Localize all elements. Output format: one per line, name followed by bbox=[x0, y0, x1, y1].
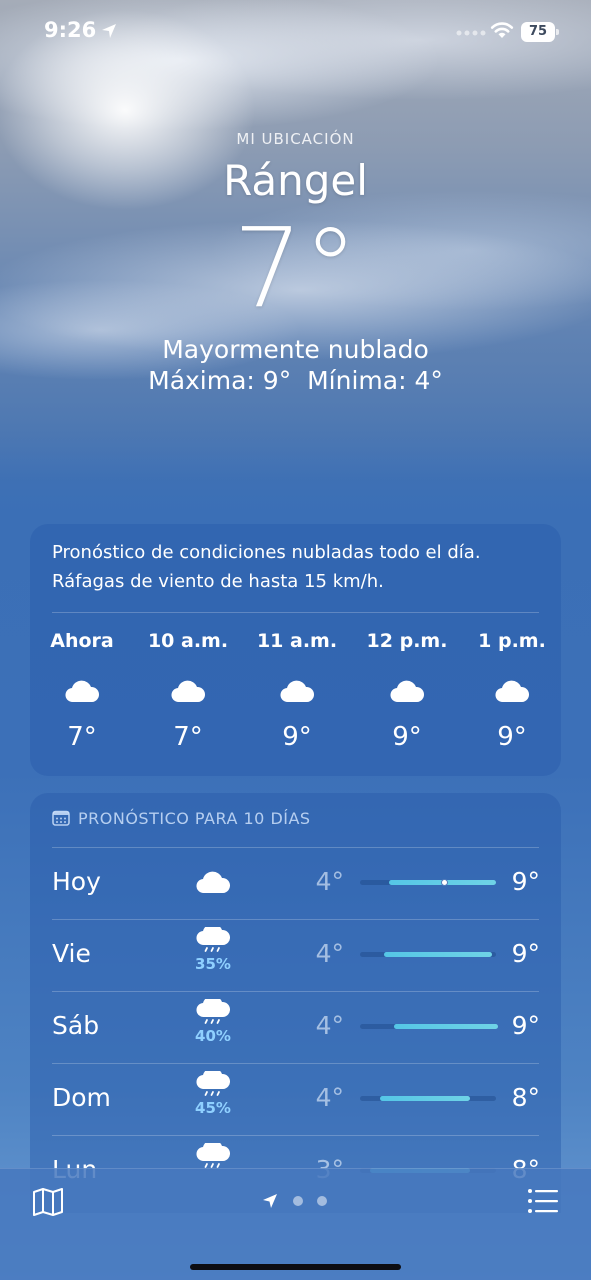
cloud-icon bbox=[495, 680, 530, 703]
home-indicator bbox=[190, 1264, 401, 1270]
cloud-rain-icon bbox=[196, 927, 230, 952]
hour-item: 10 a.m. 7° bbox=[143, 630, 233, 752]
hour-temp: 9° bbox=[497, 722, 527, 752]
cloud-icon bbox=[171, 680, 206, 703]
cloud-rain-icon bbox=[196, 1143, 230, 1168]
summary-line: Pronóstico de condiciones nubladas todo … bbox=[52, 542, 481, 563]
hour-label: 1 p.m. bbox=[478, 630, 546, 652]
map-icon[interactable] bbox=[32, 1187, 64, 1217]
cloud-rain-icon bbox=[196, 1071, 230, 1096]
divider bbox=[52, 612, 539, 613]
city-name: Rángel bbox=[223, 156, 368, 205]
day-name: Hoy bbox=[52, 867, 101, 896]
divider bbox=[52, 919, 539, 920]
hour-temp: 9° bbox=[392, 722, 422, 752]
bottom-toolbar bbox=[0, 1168, 591, 1280]
day-name: Vie bbox=[52, 939, 91, 968]
battery-level: 75 bbox=[521, 22, 555, 42]
location-caption: MI UBICACIÓN bbox=[236, 130, 355, 148]
hour-temp: 9° bbox=[282, 722, 312, 752]
temp-range-fill bbox=[384, 952, 492, 957]
signal-dots-icon bbox=[456, 30, 486, 36]
wifi-icon bbox=[490, 22, 514, 38]
hour-temp: 7° bbox=[173, 722, 203, 752]
precip-chance: 45% bbox=[195, 1099, 231, 1117]
cloud-rain-icon bbox=[196, 999, 230, 1024]
divider bbox=[52, 991, 539, 992]
hour-label: 11 a.m. bbox=[256, 630, 338, 652]
cloud-icon bbox=[196, 871, 230, 894]
cloud-icon bbox=[390, 680, 425, 703]
day-row[interactable]: Vie 35% 4° 9° bbox=[30, 919, 561, 991]
temp-range-bar bbox=[360, 952, 496, 957]
hour-item: 1 p.m. 9° bbox=[467, 630, 557, 752]
day-high: 9° bbox=[511, 867, 540, 896]
high-low-text: Máxima: 9° Mínima: 4° bbox=[148, 366, 443, 395]
day-name: Dom bbox=[52, 1083, 111, 1112]
hour-item: Ahora 7° bbox=[37, 630, 127, 752]
current-temperature: 7° bbox=[233, 204, 358, 332]
battery-icon: 75 bbox=[521, 22, 559, 42]
hour-item: 12 p.m. 9° bbox=[362, 630, 452, 752]
temp-range-fill bbox=[394, 1024, 498, 1029]
condition-text: Mayormente nublado bbox=[162, 335, 429, 364]
day-high: 9° bbox=[511, 1011, 540, 1040]
hour-label: 10 a.m. bbox=[147, 630, 229, 652]
divider bbox=[52, 1063, 539, 1064]
hour-item: 11 a.m. 9° bbox=[252, 630, 342, 752]
day-high: 8° bbox=[511, 1083, 540, 1112]
ten-day-title: PRONÓSTICO PARA 10 DÍAS bbox=[78, 809, 311, 828]
cloud-icon bbox=[65, 680, 100, 703]
battery-cap bbox=[556, 29, 559, 35]
divider bbox=[52, 847, 539, 848]
page-dot[interactable] bbox=[293, 1196, 303, 1206]
ten-day-header: PRONÓSTICO PARA 10 DÍAS bbox=[52, 809, 311, 828]
cloud-icon bbox=[280, 680, 315, 703]
hour-temp: 7° bbox=[67, 722, 97, 752]
day-low: 4° bbox=[315, 1011, 344, 1040]
day-name: Sáb bbox=[52, 1011, 100, 1040]
hour-label: Ahora bbox=[50, 630, 114, 652]
day-low: 4° bbox=[315, 867, 344, 896]
hourly-forecast-card[interactable]: Pronóstico de condiciones nubladas todo … bbox=[30, 524, 561, 776]
calendar-icon bbox=[52, 810, 70, 826]
forecast-summary: Pronóstico de condiciones nubladas todo … bbox=[52, 538, 542, 596]
temp-range-bar bbox=[360, 1096, 496, 1101]
day-high: 9° bbox=[511, 939, 540, 968]
day-row[interactable]: Hoy 4° 9° bbox=[30, 847, 561, 919]
current-temp-dot bbox=[441, 879, 448, 886]
summary-line: Ráfagas de viento de hasta 15 km/h. bbox=[52, 571, 384, 592]
day-row[interactable]: Sáb 40% 4° 9° bbox=[30, 991, 561, 1063]
ten-day-forecast-card[interactable]: PRONÓSTICO PARA 10 DÍAS Hoy 4° 9° Vie 35… bbox=[30, 793, 561, 1213]
hour-label: 12 p.m. bbox=[366, 630, 448, 652]
status-bar: 9:26 75 bbox=[0, 0, 591, 64]
day-low: 4° bbox=[315, 1083, 344, 1112]
temp-range-bar bbox=[360, 1024, 498, 1029]
location-arrow-icon bbox=[102, 24, 116, 38]
location-arrow-icon[interactable] bbox=[262, 1193, 278, 1209]
temp-range-bar bbox=[360, 879, 496, 886]
precip-chance: 35% bbox=[195, 955, 231, 973]
temp-range-fill bbox=[380, 1096, 470, 1101]
precip-chance: 40% bbox=[195, 1027, 231, 1045]
page-dot[interactable] bbox=[317, 1196, 327, 1206]
day-row[interactable]: Dom 45% 4° 8° bbox=[30, 1063, 561, 1135]
weather-header: MI UBICACIÓN Rángel 7° Mayormente nublad… bbox=[0, 130, 591, 395]
divider bbox=[52, 1135, 539, 1136]
status-time: 9:26 bbox=[44, 18, 97, 42]
hourly-list[interactable]: Ahora 7° 10 a.m. 7° 11 a.m. 9° 12 p.m. 9… bbox=[30, 630, 561, 760]
day-low: 4° bbox=[315, 939, 344, 968]
list-icon[interactable] bbox=[527, 1187, 559, 1215]
